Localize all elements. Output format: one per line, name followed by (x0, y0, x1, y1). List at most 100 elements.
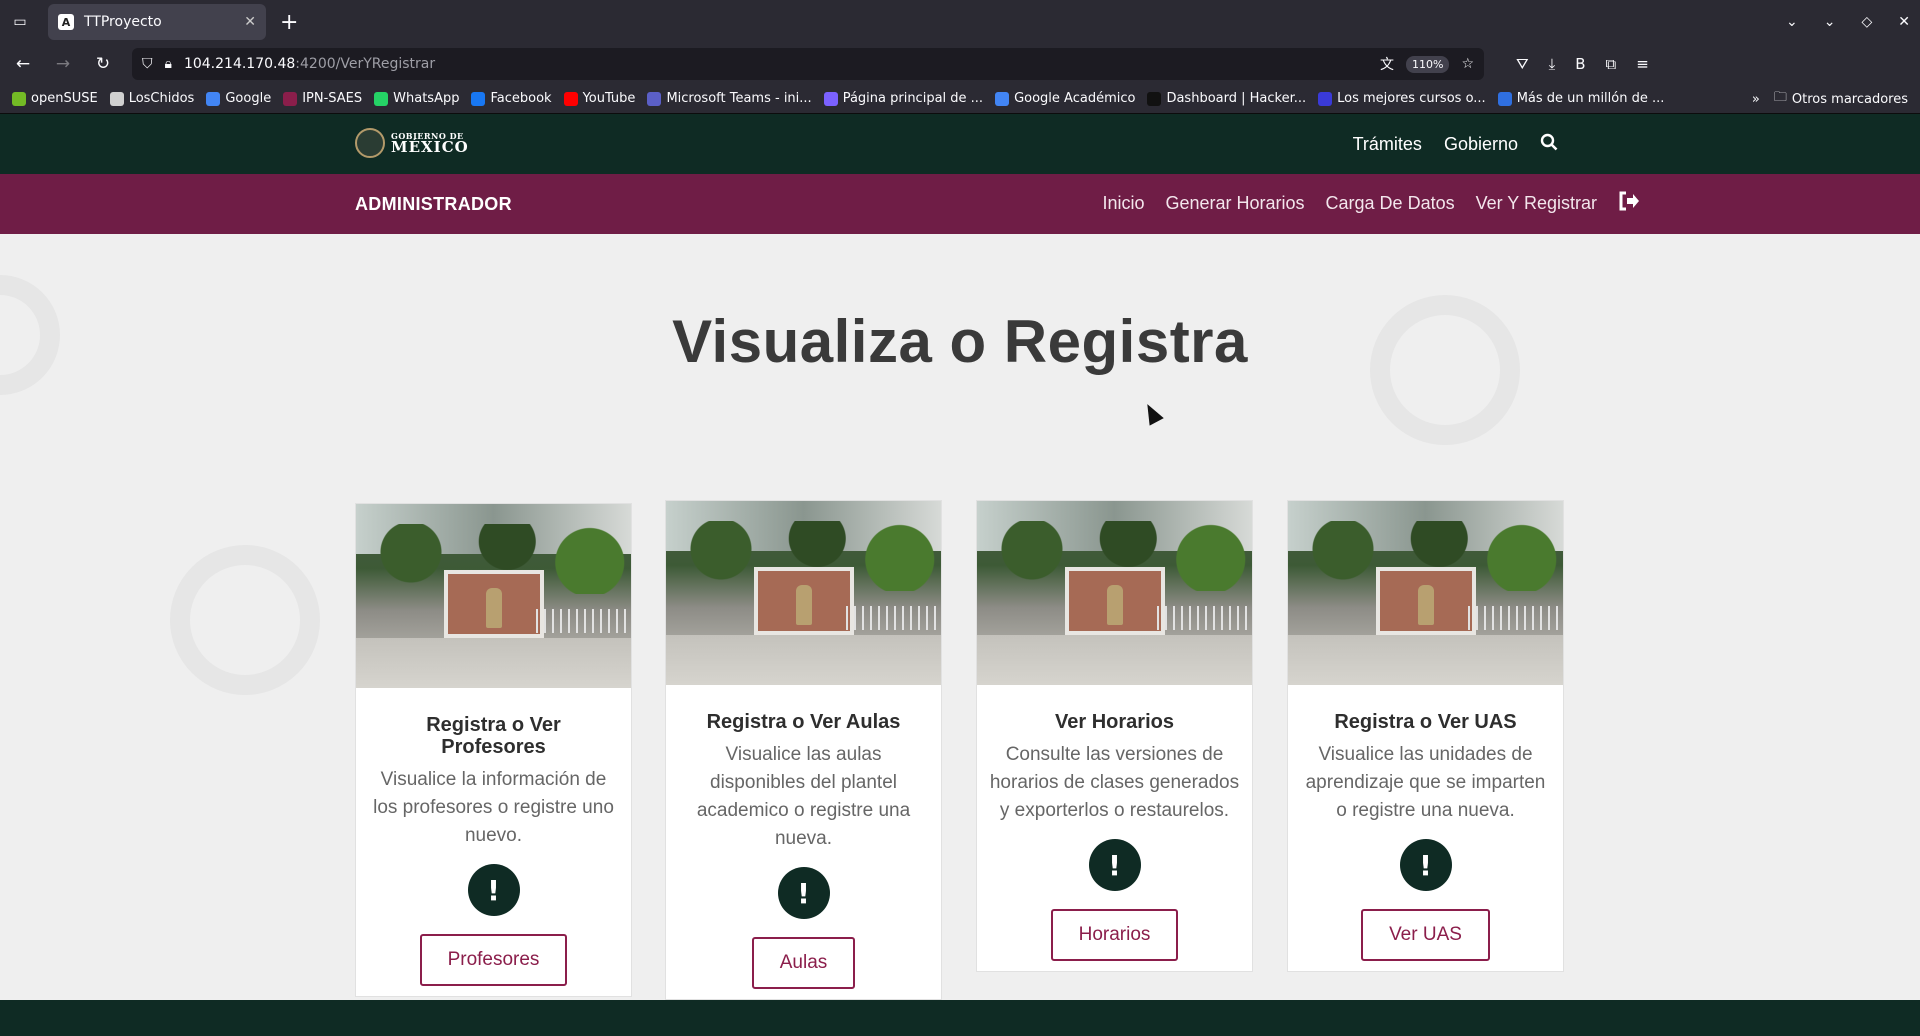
browser-tab-bar: ▭ A TTProyecto ✕ + ⌄ ⌄ ◇ ✕ (0, 0, 1920, 44)
page-footer (0, 1000, 1920, 1036)
bookmark-favicon-icon (109, 91, 124, 106)
card-text: Visualice las aulas disponibles del plan… (696, 744, 911, 849)
nav-tramites[interactable]: Trámites (1353, 134, 1422, 155)
translate-icon[interactable]: 文 (1380, 54, 1394, 74)
gob-nav: Trámites Gobierno (1353, 114, 1558, 174)
bookmark-label: IPN-SAES (302, 91, 363, 106)
menu-carga-de-datos[interactable]: Carga De Datos (1326, 193, 1455, 214)
profesores-button[interactable]: Profesores (419, 934, 568, 986)
admin-brand[interactable]: ADMINISTRADOR (355, 174, 512, 234)
bookmark-favicon-icon (563, 91, 578, 106)
bookmark-label: LosChidos (128, 91, 195, 106)
card-title: Registra o Ver UAS (1334, 711, 1517, 733)
bookmark-label: Más de un millón de ... (1516, 91, 1665, 106)
eagle-seal-icon (355, 128, 385, 158)
card-profesores: Registra o Ver Profesores Visualice la i… (355, 503, 632, 997)
search-icon[interactable] (1540, 133, 1558, 156)
bookmark-label: Dashboard | Hacker... (1166, 91, 1307, 106)
bookmark-item[interactable]: YouTube (563, 91, 635, 106)
bookmark-item[interactable]: IPN-SAES (283, 91, 362, 106)
campus-photo (356, 504, 631, 688)
bookmarks-bar: openSUSE LosChidos Google IPN-SAES WhatsApp F… (0, 84, 1920, 114)
bookmark-label: openSUSE (31, 91, 98, 106)
bookmark-item[interactable]: Microsoft Teams - ini... (647, 91, 812, 106)
bookmark-favicon-icon (206, 91, 221, 106)
window-minimize-icon[interactable]: ⌄ (1824, 14, 1836, 30)
bookmark-favicon-icon (823, 91, 838, 106)
window-restore-icon[interactable]: ◇ (1861, 14, 1872, 30)
bookmark-label: Página principal de ... (842, 91, 984, 106)
tab-close-icon[interactable]: ✕ (244, 14, 256, 30)
bookmark-label: WhatsApp (393, 91, 460, 106)
ver-uas-button[interactable]: Ver UAS (1361, 909, 1490, 961)
browser-nav-bar: ← → ↻ ⛉ 🔒︎ 104.214.170.48:4200/VerYRegis… (0, 44, 1920, 84)
background-gear-decoration (170, 545, 320, 695)
menu-generar-horarios[interactable]: Generar Horarios (1165, 193, 1304, 214)
card-text: Visualice las unidades de aprendizaje qu… (1305, 744, 1546, 821)
logout-icon[interactable] (1618, 191, 1640, 216)
url-text[interactable]: 104.214.170.48:4200/VerYRegistrar (184, 56, 1368, 72)
bookmark-label: Google (225, 91, 272, 106)
card-title: Ver Horarios (1055, 711, 1174, 733)
bookmark-star-icon[interactable]: ☆ (1461, 56, 1474, 72)
bookmark-favicon-icon (471, 91, 486, 106)
pocket-icon[interactable]: ⛛ (1516, 55, 1529, 73)
horarios-button[interactable]: Horarios (1050, 909, 1179, 961)
card-title: Registra o Ver Aulas (706, 711, 901, 733)
bookmark-item[interactable]: Google Académico (995, 91, 1135, 106)
bookmark-label: Los mejores cursos o... (1337, 91, 1486, 106)
bookmark-item[interactable]: Más de un millón de ... (1497, 91, 1665, 106)
other-bookmarks-folder[interactable]: 🗀 Otros marcadores (1774, 88, 1908, 110)
downloads-icon[interactable]: ⤓ (1549, 55, 1556, 73)
lock-icon[interactable]: 🔒︎ (165, 56, 172, 72)
bookmark-label: Google Académico (1014, 91, 1136, 106)
extensions-icon[interactable]: ⧉ (1606, 55, 1617, 73)
gob-header: GOBIERNO DE MÉXICO Trámites Gobierno (0, 114, 1920, 174)
bookmark-favicon-icon (12, 91, 26, 106)
gob-mexico-logo[interactable]: GOBIERNO DE MÉXICO (355, 128, 469, 158)
logo-line2: MÉXICO (391, 137, 469, 156)
card-text: Consulte las versiones de horarios de cl… (989, 744, 1240, 821)
forward-icon[interactable]: → (52, 54, 74, 74)
bookmark-favicon-icon (1497, 91, 1512, 106)
campus-photo (1288, 501, 1563, 685)
new-tab-icon[interactable]: + (280, 10, 298, 35)
bookmark-item[interactable]: openSUSE (12, 91, 98, 106)
bookmark-item[interactable]: Los mejores cursos o... (1318, 91, 1486, 106)
bookmark-item[interactable]: LosChidos (109, 91, 195, 106)
window-close-icon[interactable]: ✕ (1898, 14, 1910, 30)
bookmark-favicon-icon (995, 91, 1010, 106)
menu-icon[interactable]: ≡ (1636, 55, 1649, 73)
bookmark-item[interactable]: WhatsApp (374, 91, 459, 106)
bookmarks-overflow-icon[interactable]: » (1752, 92, 1760, 107)
bookmark-item[interactable]: Facebook (471, 91, 552, 106)
menu-inicio[interactable]: Inicio (1102, 193, 1144, 214)
card-aulas: Registra o Ver Aulas Visualice las aulas… (665, 500, 942, 1000)
bookmark-item[interactable]: Dashboard | Hacker... (1147, 91, 1306, 106)
folder-icon: 🗀 (1773, 90, 1787, 105)
bookmark-item[interactable]: Página principal de ... (823, 91, 984, 106)
tab-overflow-chevron-icon[interactable]: ⌄ (1786, 14, 1798, 30)
url-bar[interactable]: ⛉ 🔒︎ 104.214.170.48:4200/VerYRegistrar 文… (132, 48, 1484, 80)
card-title: Registra o Ver Profesores (426, 714, 561, 758)
nav-gobierno[interactable]: Gobierno (1444, 134, 1518, 155)
profile-avatar[interactable]: B (1575, 55, 1585, 73)
list-all-tabs-icon[interactable]: ▭ (0, 14, 40, 30)
menu-ver-y-registrar[interactable]: Ver Y Registrar (1476, 193, 1597, 214)
bookmark-favicon-icon (1147, 91, 1162, 106)
reload-icon[interactable]: ↻ (92, 54, 114, 74)
admin-bar: ADMINISTRADOR Inicio Generar Horarios Ca… (0, 174, 1920, 234)
exclamation-icon: ! (1088, 839, 1141, 891)
zoom-level[interactable]: 110% (1405, 55, 1450, 73)
browser-tab[interactable]: A TTProyecto ✕ (48, 4, 266, 40)
exclamation-icon: ! (777, 867, 830, 919)
main-content: Visualiza o Registra Registra o Ver Prof… (0, 235, 1920, 1000)
back-icon[interactable]: ← (12, 54, 34, 74)
bookmark-label: Microsoft Teams - ini... (666, 91, 812, 106)
tab-title: TTProyecto (84, 14, 162, 30)
campus-photo (666, 501, 941, 685)
shield-icon[interactable]: ⛉ (142, 56, 153, 72)
bookmark-item[interactable]: Google (206, 91, 271, 106)
aulas-button[interactable]: Aulas (751, 937, 856, 989)
exclamation-icon: ! (1399, 839, 1452, 891)
